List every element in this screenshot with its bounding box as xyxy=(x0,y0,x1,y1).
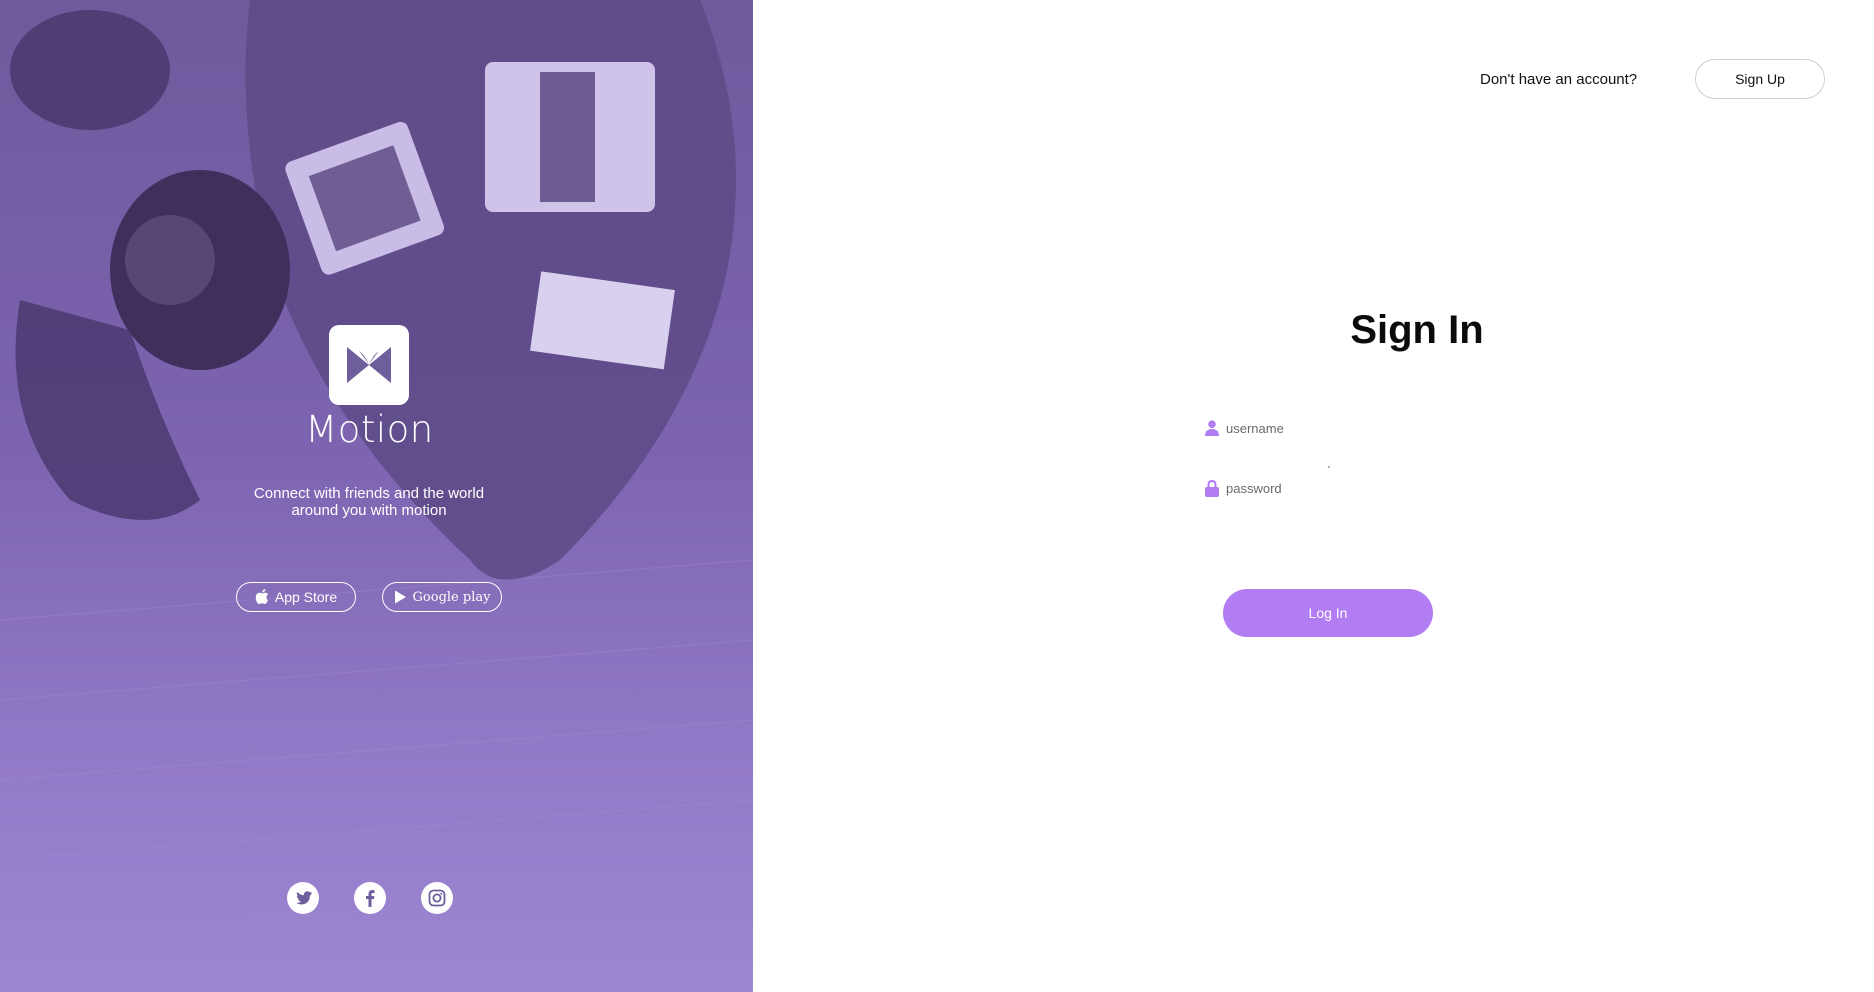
facebook-button[interactable] xyxy=(354,882,386,914)
bowtie-logo-icon xyxy=(347,347,391,383)
log-in-button[interactable]: Log In xyxy=(1223,589,1433,637)
no-account-text: Don't have an account? xyxy=(1480,71,1638,88)
brand-name: Motion xyxy=(305,408,434,451)
hero-content: Motion Connect with friends and the worl… xyxy=(0,0,753,992)
password-field xyxy=(1205,475,1505,501)
tagline: Connect with friends and the world aroun… xyxy=(219,485,519,519)
motion-logo xyxy=(329,325,409,405)
page-title: Sign In xyxy=(1350,308,1484,352)
google-play-label: Google play xyxy=(412,589,491,605)
hero-panel: Motion Connect with friends and the worl… xyxy=(0,0,753,992)
apple-icon xyxy=(255,589,269,604)
sign-up-button[interactable]: Sign Up xyxy=(1695,59,1825,99)
sign-in-page: Motion Connect with friends and the worl… xyxy=(0,0,1874,992)
app-store-label: App Store xyxy=(274,589,338,605)
username-field xyxy=(1205,415,1505,441)
play-triangle-icon xyxy=(394,590,406,604)
username-input[interactable] xyxy=(1226,420,1486,436)
twitter-button[interactable] xyxy=(287,882,319,914)
divider-dot xyxy=(1328,466,1330,468)
tagline-line1: Connect with friends and the world xyxy=(253,485,485,502)
tagline-line2: around you with motion xyxy=(291,502,447,519)
app-store-button[interactable]: App Store xyxy=(236,582,356,612)
password-input[interactable] xyxy=(1226,480,1486,496)
google-play-button[interactable]: Google play xyxy=(382,582,502,612)
sign-in-panel: Don't have an account? Sign Up Sign In L… xyxy=(753,0,1874,992)
facebook-icon xyxy=(366,890,375,907)
instagram-icon xyxy=(428,889,446,907)
instagram-button[interactable] xyxy=(421,882,453,914)
twitter-icon xyxy=(296,890,312,904)
user-icon xyxy=(1205,420,1219,436)
lock-icon xyxy=(1205,479,1219,497)
